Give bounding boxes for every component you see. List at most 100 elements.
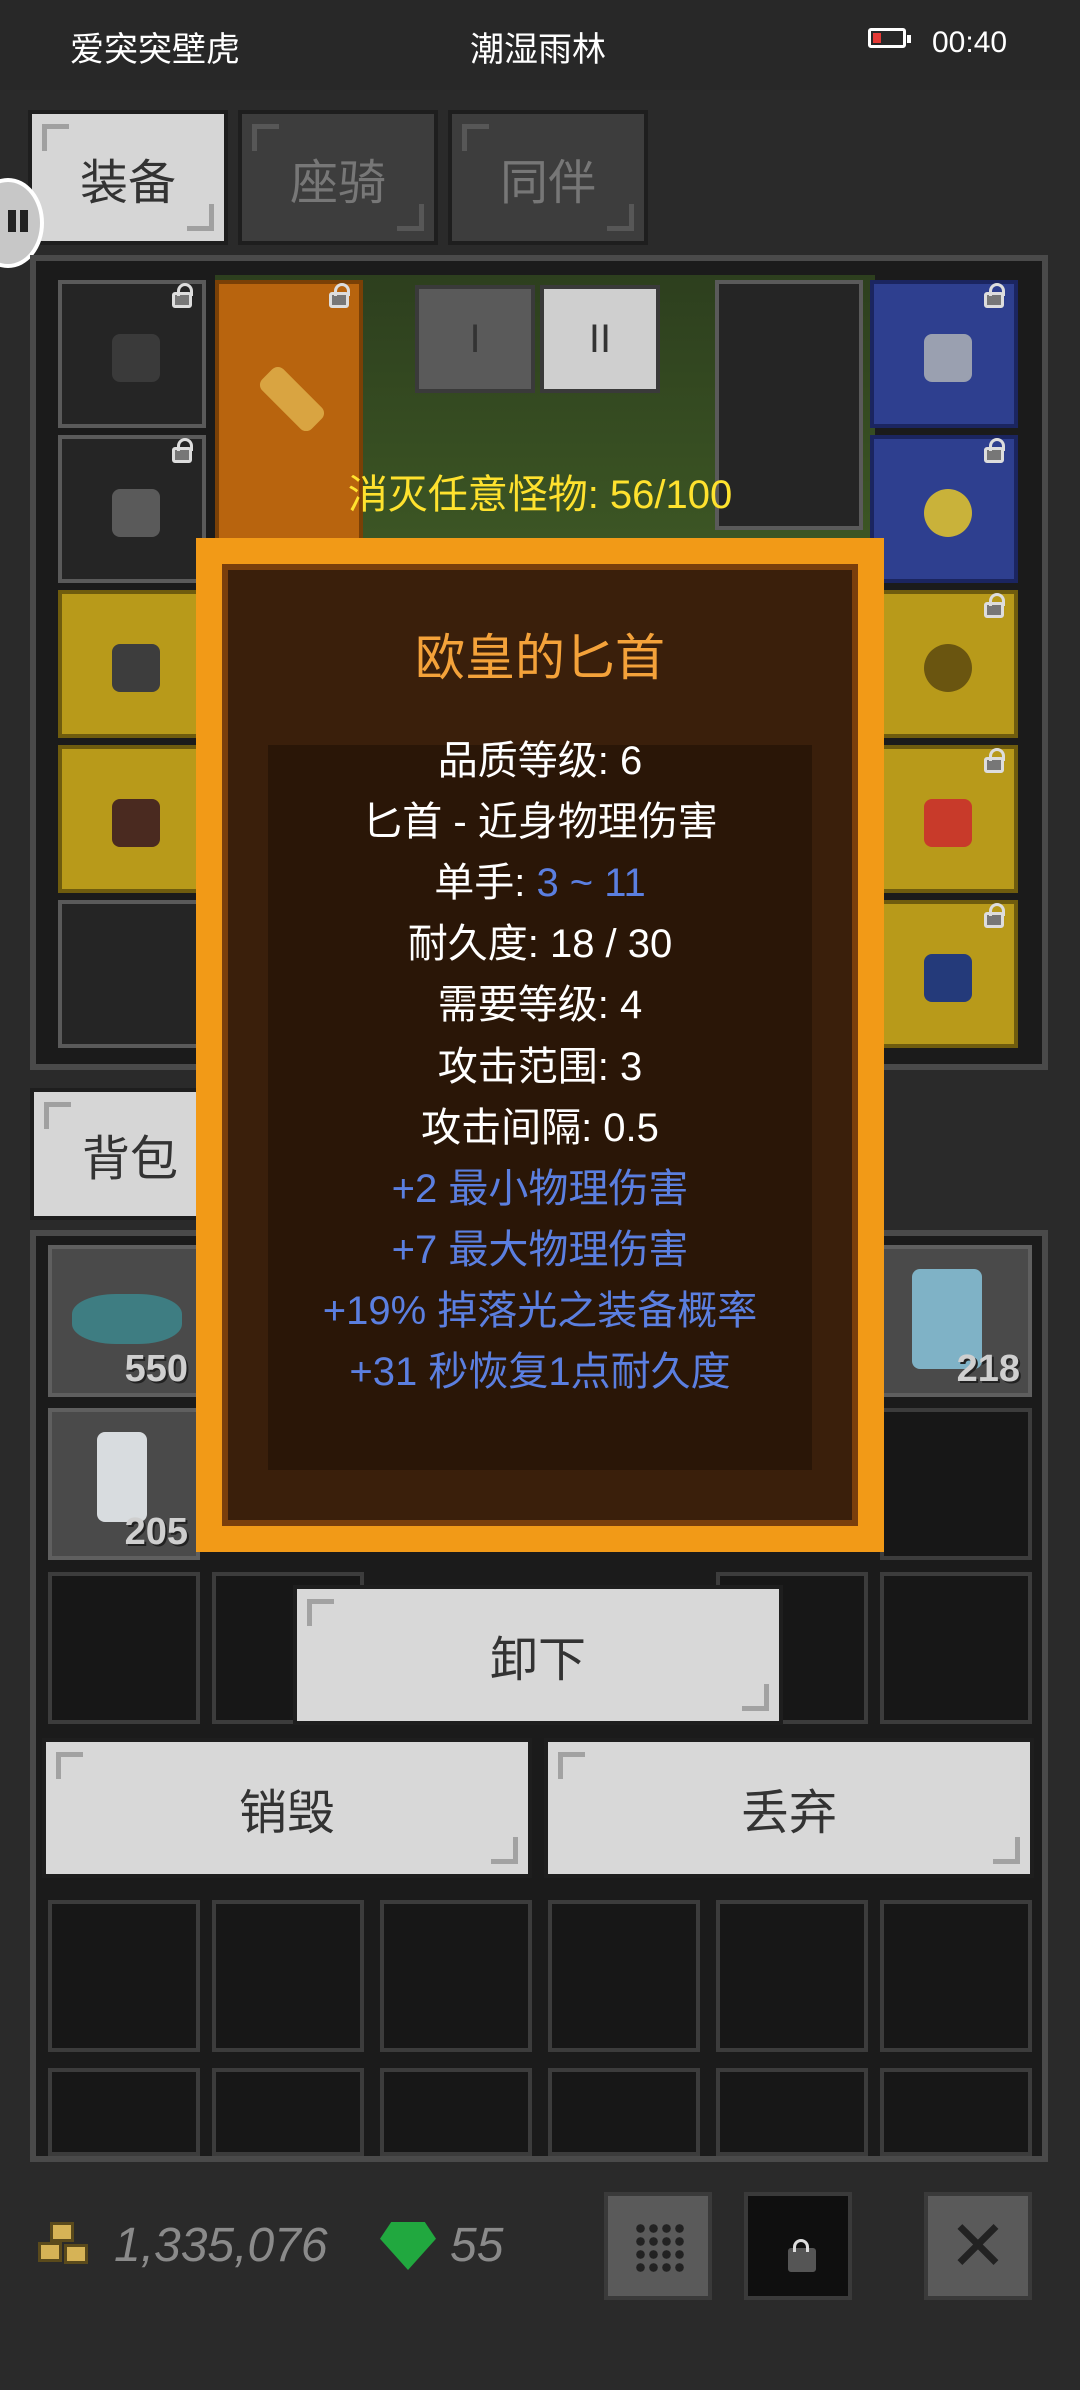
- lock-icon: [984, 903, 1005, 928]
- bag-slot[interactable]: [212, 2068, 364, 2156]
- bag-slot[interactable]: [48, 2068, 200, 2156]
- bag-slot-scroll[interactable]: 218: [880, 1245, 1032, 1397]
- lock-icon: [984, 748, 1005, 773]
- equip-slot-ring-2[interactable]: [870, 590, 1018, 738]
- bag-slot[interactable]: [48, 1900, 200, 2052]
- close-icon: ✕: [948, 2207, 1008, 2285]
- bag-slot[interactable]: [548, 2068, 700, 2156]
- bag-slot[interactable]: [212, 1900, 364, 2052]
- bag-slot[interactable]: [380, 1900, 532, 2052]
- bag-slot[interactable]: [548, 1900, 700, 2052]
- item-required-level: 需要等级: 4: [437, 983, 643, 1027]
- item-bonus: +7 最大物理伤害: [391, 1228, 689, 1272]
- corner-decoration-icon: [558, 1752, 585, 1779]
- app-title: 爱突突壁虎: [70, 31, 240, 69]
- discard-label: 丢弃: [740, 1787, 837, 1840]
- item-tooltip: 欧皇的匕首 品质等级: 6 匕首 - 近身物理伤害 单手: 3 ~ 11 耐久度…: [196, 538, 884, 1552]
- bag-slot[interactable]: [880, 1572, 1032, 1724]
- lock-icon: [329, 283, 350, 308]
- equip-slot-weapon[interactable]: [215, 280, 363, 570]
- preset-button-2[interactable]: II: [540, 285, 660, 393]
- bag-slot[interactable]: [880, 1900, 1032, 2052]
- preset-button-1-label: I: [469, 316, 481, 361]
- gold-amount: 1,335,076: [114, 2219, 328, 2272]
- destroy-button[interactable]: 销毁: [42, 1738, 532, 1878]
- item-attack-range: 攻击范围: 3: [437, 1045, 643, 1089]
- item-bonus: +19% 掉落光之装备概率: [322, 1289, 758, 1333]
- equip-slot-boots[interactable]: [58, 745, 206, 893]
- helmet-icon: [112, 334, 160, 382]
- bag-slot-potion[interactable]: 205: [48, 1408, 200, 1560]
- corner-decoration-icon: [187, 204, 214, 231]
- unequip-label: 卸下: [489, 1634, 586, 1687]
- equip-slot-empty[interactable]: [58, 900, 206, 1048]
- tab-equipment[interactable]: 装备: [28, 110, 228, 245]
- book-icon: [924, 799, 972, 847]
- item-count: 205: [124, 1511, 188, 1553]
- lock-icon: [172, 438, 193, 463]
- item-damage: 单手: 3 ~ 11: [196, 850, 884, 908]
- item-type: 匕首 - 近身物理伤害: [362, 800, 718, 844]
- corner-decoration-icon: [491, 1837, 518, 1864]
- unequip-button[interactable]: 卸下: [293, 1585, 783, 1725]
- lock-icon: [788, 2239, 816, 2272]
- item-durability: 耐久度: 18 / 30: [407, 922, 673, 966]
- tab-companion[interactable]: 同伴: [448, 110, 648, 245]
- grid-icon: [634, 2222, 686, 2274]
- bag-slot[interactable]: [880, 1408, 1032, 1560]
- tab-equipment-label: 装备: [79, 156, 176, 210]
- item-damage-value: 3 ~ 11: [536, 861, 646, 905]
- tab-mount[interactable]: 座骑: [238, 110, 438, 245]
- gold-coin-icon: [38, 2222, 100, 2272]
- preset-button-1[interactable]: I: [415, 285, 535, 393]
- scroll-icon: [924, 954, 972, 1002]
- item-count: 550: [124, 1348, 188, 1390]
- gloves-icon: [112, 644, 160, 692]
- necklace-icon: [924, 334, 972, 382]
- corner-decoration-icon: [397, 204, 424, 231]
- tab-bag-label: 背包: [81, 1133, 178, 1186]
- quest-progress: 消灭任意怪物: 56/100: [347, 473, 733, 517]
- close-button[interactable]: ✕: [924, 2192, 1032, 2300]
- lock-icon: [984, 283, 1005, 308]
- equip-slot-scroll[interactable]: [870, 900, 1018, 1048]
- equip-slot-helmet[interactable]: [58, 280, 206, 428]
- corner-decoration-icon: [462, 124, 489, 151]
- item-bonus: +31 秒恢复1点耐久度: [349, 1350, 731, 1394]
- bag-slot[interactable]: [716, 2068, 868, 2156]
- boots-icon: [112, 799, 160, 847]
- item-quality: 品质等级: 6: [437, 739, 643, 783]
- bag-slot[interactable]: [880, 2068, 1032, 2156]
- lock-icon: [984, 438, 1005, 463]
- item-attack-interval: 攻击间隔: 0.5: [421, 1106, 659, 1150]
- bag-slot[interactable]: [380, 2068, 532, 2156]
- battery-icon: [868, 28, 911, 48]
- corner-decoration-icon: [742, 1684, 769, 1711]
- lock-icon: [984, 593, 1005, 618]
- location-name: 潮湿雨林: [470, 31, 606, 69]
- equip-slot-book[interactable]: [870, 745, 1018, 893]
- bag-slot[interactable]: [48, 1572, 200, 1724]
- equip-slot-gloves[interactable]: [58, 590, 206, 738]
- item-bonus: +2 最小物理伤害: [391, 1167, 689, 1211]
- lock-button[interactable]: [744, 2192, 852, 2300]
- corner-decoration-icon: [252, 124, 279, 151]
- lock-icon: [172, 283, 193, 308]
- potion-icon: [97, 1432, 147, 1522]
- item-name: 欧皇的匕首: [415, 630, 665, 686]
- item-count: 218: [956, 1348, 1020, 1390]
- corner-decoration-icon: [42, 124, 69, 151]
- preset-button-2-label: II: [588, 316, 612, 361]
- tab-mount-label: 座骑: [289, 156, 386, 210]
- gem-amount: 55: [450, 2219, 504, 2272]
- corner-decoration-icon: [56, 1752, 83, 1779]
- fish-icon: [72, 1294, 182, 1344]
- corner-decoration-icon: [607, 204, 634, 231]
- equip-slot-necklace[interactable]: [870, 280, 1018, 428]
- bag-slot[interactable]: [716, 1900, 868, 2052]
- sort-grid-button[interactable]: [604, 2192, 712, 2300]
- ring-icon: [924, 644, 972, 692]
- discard-button[interactable]: 丢弃: [544, 1738, 1034, 1878]
- clock: 00:40: [932, 26, 1008, 59]
- bag-slot-fish[interactable]: 550: [48, 1245, 200, 1397]
